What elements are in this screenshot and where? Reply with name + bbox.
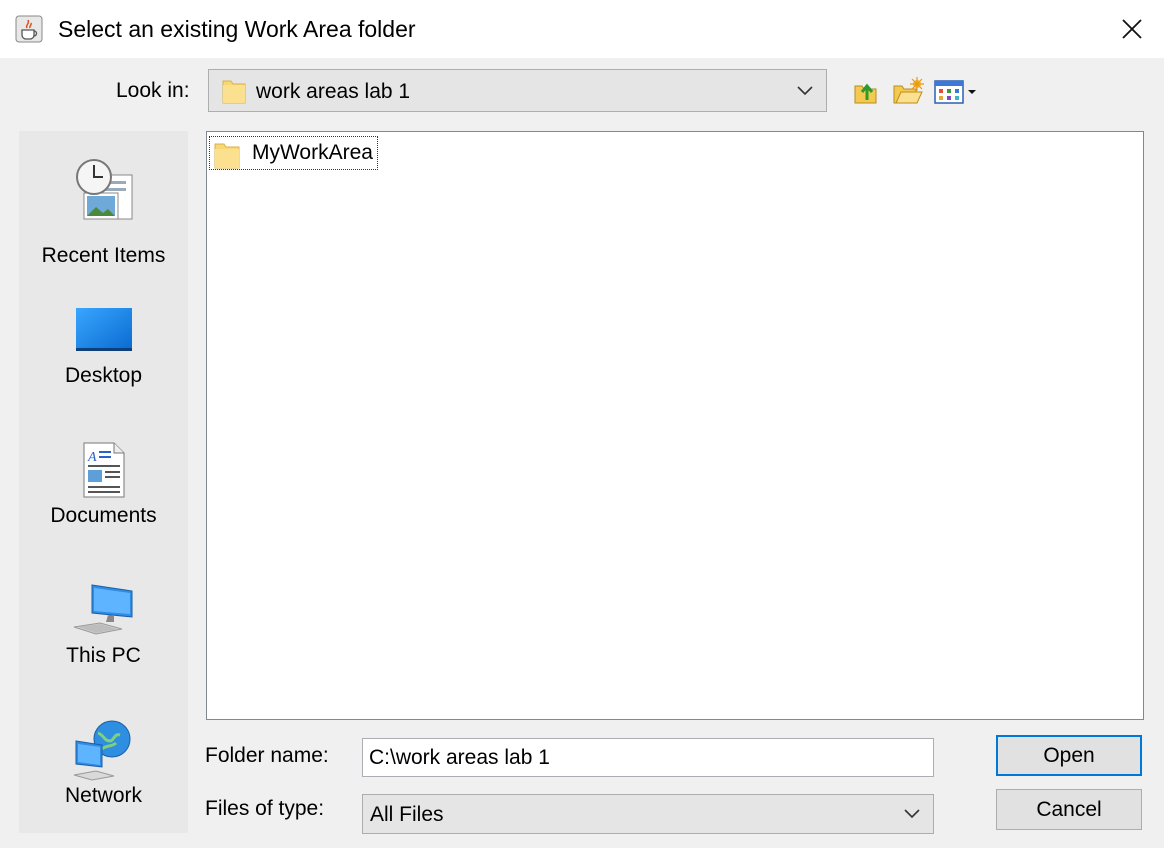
cancel-button[interactable]: Cancel [996,789,1142,830]
place-label: Documents [50,504,157,527]
folder-icon [222,80,246,104]
network-icon [73,720,130,781]
java-cup-icon [15,15,43,43]
close-button[interactable] [1112,10,1152,48]
place-this-pc[interactable]: This PC [19,571,188,691]
list-item[interactable]: MyWorkArea [209,136,378,170]
look-in-label: Look in: [116,79,190,102]
svg-text:A: A [87,450,97,465]
window-title: Select an existing Work Area folder [58,16,416,42]
files-of-type-combo[interactable]: All Files [362,794,934,834]
title-bar: Select an existing Work Area folder [0,0,1164,58]
this-pc-icon [73,584,132,635]
look-in-value: work areas lab 1 [256,80,411,103]
place-network[interactable]: Network [19,711,188,831]
look-in-combo[interactable]: work areas lab 1 [208,69,827,112]
desktop-icon [75,308,132,351]
view-menu-icon[interactable] [933,79,981,110]
place-label: Network [64,784,143,807]
chevron-down-icon [904,809,920,819]
place-label: Desktop [64,364,143,387]
recent-items-icon [75,159,132,220]
file-name: MyWorkArea [252,141,373,164]
files-of-type-label: Files of type: [205,797,325,820]
files-of-type-value: All Files [370,803,444,826]
file-list[interactable]: MyWorkArea [206,131,1144,720]
up-one-level-icon[interactable] [852,76,882,111]
place-desktop[interactable]: Desktop [19,291,188,411]
place-recent-items[interactable]: Recent Items [19,151,188,271]
folder-name-field[interactable] [362,738,934,777]
close-icon [1122,19,1142,39]
folder-icon [214,143,240,169]
create-new-folder-icon[interactable] [892,76,924,111]
place-label: This PC [66,644,141,667]
place-documents[interactable]: A Documents [19,431,188,551]
places-sidebar: Recent Items Desktop A Documents This PC… [19,131,188,833]
open-button[interactable]: Open [996,735,1142,776]
folder-name-label: Folder name: [205,744,329,767]
chevron-down-icon [797,85,813,95]
place-label: Recent Items [41,244,166,267]
documents-icon: A [83,442,124,498]
